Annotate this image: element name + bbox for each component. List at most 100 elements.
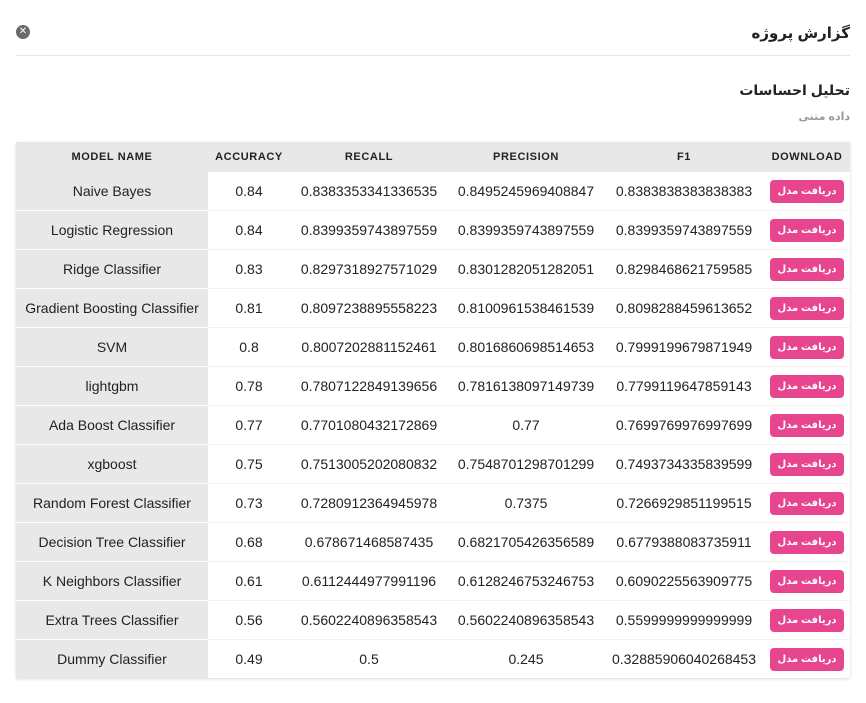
download-cell: دریافت مدل: [764, 600, 850, 640]
f1-cell: 0.8399359743897559: [604, 210, 764, 250]
model-name-cell: Naive Bayes: [16, 172, 208, 211]
download-cell: دریافت مدل: [764, 640, 850, 679]
recall-cell: 0.678671468587435: [290, 522, 448, 562]
accuracy-cell: 0.68: [208, 522, 290, 562]
download-model-button[interactable]: دریافت مدل: [769, 647, 845, 671]
download-cell: دریافت مدل: [764, 327, 850, 367]
recall-cell: 0.8399359743897559: [290, 210, 448, 250]
f1-cell: 0.8098288459613652: [604, 288, 764, 328]
recall-cell: 0.8383353341336535: [290, 172, 448, 211]
project-report-modal: ✕ گزارش پروژه تحلیل احساسات داده متنی MO…: [0, 0, 866, 703]
header-accuracy: ACCURACY: [208, 142, 290, 172]
model-name-cell: Logistic Regression: [16, 210, 208, 250]
recall-cell: 0.7807122849139656: [290, 366, 448, 406]
model-name-cell: Dummy Classifier: [16, 639, 208, 678]
model-name-cell: Ridge Classifier: [16, 249, 208, 289]
model-name-cell: Ada Boost Classifier: [16, 405, 208, 445]
recall-cell: 0.8007202881152461: [290, 327, 448, 367]
table-header-row: MODEL NAME ACCURACY RECALL PRECISION F1 …: [16, 142, 850, 172]
section-subtitle: داده متنی: [798, 111, 850, 123]
download-cell: دریافت مدل: [764, 366, 850, 406]
close-icon[interactable]: ✕: [16, 25, 30, 39]
precision-cell: 0.8100961538461539: [448, 288, 604, 328]
f1-cell: 0.6090225563909775: [604, 561, 764, 601]
accuracy-cell: 0.8: [208, 327, 290, 367]
header-download: DOWNLOAD: [764, 142, 850, 172]
model-name-cell: Gradient Boosting Classifier: [16, 288, 208, 328]
f1-cell: 0.32885906040268453: [611, 651, 757, 667]
download-cell: دریافت مدل: [764, 405, 850, 445]
download-model-button[interactable]: دریافت مدل: [769, 491, 845, 515]
precision-cell: 0.8495245969408847: [448, 172, 604, 211]
f1-cell: 0.7493734335839599: [604, 444, 764, 484]
recall-cell: 0.5602240896358543: [290, 600, 448, 640]
table-row: Logistic Regression 0.84 0.839935974389755…: [16, 210, 850, 250]
model-name-cell: Random Forest Classifier: [16, 483, 208, 523]
model-name-cell: xgboost: [16, 444, 208, 484]
precision-cell: 0.5602240896358543: [448, 600, 604, 640]
precision-cell: 0.7548701298701299: [448, 444, 604, 484]
precision-cell: 0.7375: [448, 483, 604, 523]
header-f1: F1: [604, 142, 764, 172]
precision-cell: 0.77: [448, 405, 604, 445]
precision-cell: 0.7816138097149739: [448, 366, 604, 406]
download-model-button[interactable]: دریافت مدل: [769, 452, 845, 476]
model-name-cell: SVM: [16, 327, 208, 367]
model-name-cell: K Neighbors Classifier: [16, 561, 208, 601]
f1-cell: 0.6779388083735911: [604, 522, 764, 562]
header-precision: PRECISION: [448, 142, 604, 172]
accuracy-cell: 0.49: [235, 651, 263, 667]
accuracy-cell: 0.56: [208, 600, 290, 640]
download-cell: دریافت مدل: [764, 249, 850, 289]
recall-cell: 0.6112444977991196: [290, 561, 448, 601]
recall-cell: 0.8097238895558223: [290, 288, 448, 328]
f1-cell: 0.8298468621759585: [604, 249, 764, 289]
recall-cell: 0.7280912364945978: [290, 483, 448, 523]
download-model-button[interactable]: دریافت مدل: [769, 296, 845, 320]
f1-cell: 0.7799119647859143: [604, 366, 764, 406]
table-row: Ridge Classifier 0.83 0.8297318927571029 0.…: [16, 249, 850, 289]
f1-cell: 0.7699769976997699: [604, 405, 764, 445]
download-cell: دریافت مدل: [764, 483, 850, 523]
accuracy-cell: 0.84: [208, 210, 290, 250]
f1-cell: 0.7266929851199515: [604, 483, 764, 523]
download-model-button[interactable]: دریافت مدل: [769, 335, 845, 359]
recall-cell: 0.8297318927571029: [290, 249, 448, 289]
f1-cell: 0.5599999999999999: [604, 600, 764, 640]
precision-cell: 0.8016860698514653: [448, 327, 604, 367]
download-model-button[interactable]: دریافت مدل: [769, 257, 845, 281]
modal-title: گزارش پروژه: [751, 25, 850, 42]
download-model-button[interactable]: دریافت مدل: [769, 608, 845, 632]
accuracy-cell: 0.73: [208, 483, 290, 523]
download-model-button[interactable]: دریافت مدل: [769, 374, 845, 398]
accuracy-cell: 0.77: [208, 405, 290, 445]
precision-cell: 0.245: [508, 651, 544, 667]
download-model-button[interactable]: دریافت مدل: [769, 569, 845, 593]
table-row: Dummy Classifier 0.49 0.5 0.245 0.3288590604…: [16, 639, 850, 679]
accuracy-cell: 0.84: [208, 172, 290, 211]
f1-cell: 0.8383838383838383: [604, 172, 764, 211]
accuracy-cell: 0.75: [208, 444, 290, 484]
model-name-cell: Extra Trees Classifier: [16, 600, 208, 640]
download-cell: دریافت مدل: [764, 210, 850, 250]
header-recall: RECALL: [290, 142, 448, 172]
table-row: lightgbm 0.78 0.7807122849139656 0.78161380…: [16, 366, 850, 406]
model-name-cell: Decision Tree Classifier: [16, 522, 208, 562]
download-model-button[interactable]: دریافت مدل: [769, 218, 845, 242]
download-cell: دریافت مدل: [764, 172, 850, 211]
download-model-button[interactable]: دریافت مدل: [769, 530, 845, 554]
table-row: Ada Boost Classifier 0.77 0.77010804321728…: [16, 405, 850, 445]
recall-cell: 0.7701080432172869: [290, 405, 448, 445]
precision-cell: 0.8301282051282051: [448, 249, 604, 289]
modal-header: ✕ گزارش پروژه: [16, 0, 850, 56]
table-row: Extra Trees Classifier 0.56 0.560224089635…: [16, 600, 850, 640]
accuracy-cell: 0.78: [208, 366, 290, 406]
results-table-container: MODEL NAME ACCURACY RECALL PRECISION F1 …: [16, 142, 850, 678]
table-row: Gradient Boosting Classifier 0.81 0.809723…: [16, 288, 850, 328]
table-body: Naive Bayes 0.84 0.8383353341336535 0.84952…: [16, 172, 850, 678]
download-model-button[interactable]: دریافت مدل: [769, 413, 845, 437]
recall-cell: 0.7513005202080832: [290, 444, 448, 484]
table-row: Decision Tree Classifier 0.68 0.6786714685…: [16, 522, 850, 562]
download-model-button[interactable]: دریافت مدل: [769, 179, 845, 203]
table-row: K Neighbors Classifier 0.61 0.611244497799…: [16, 561, 850, 601]
